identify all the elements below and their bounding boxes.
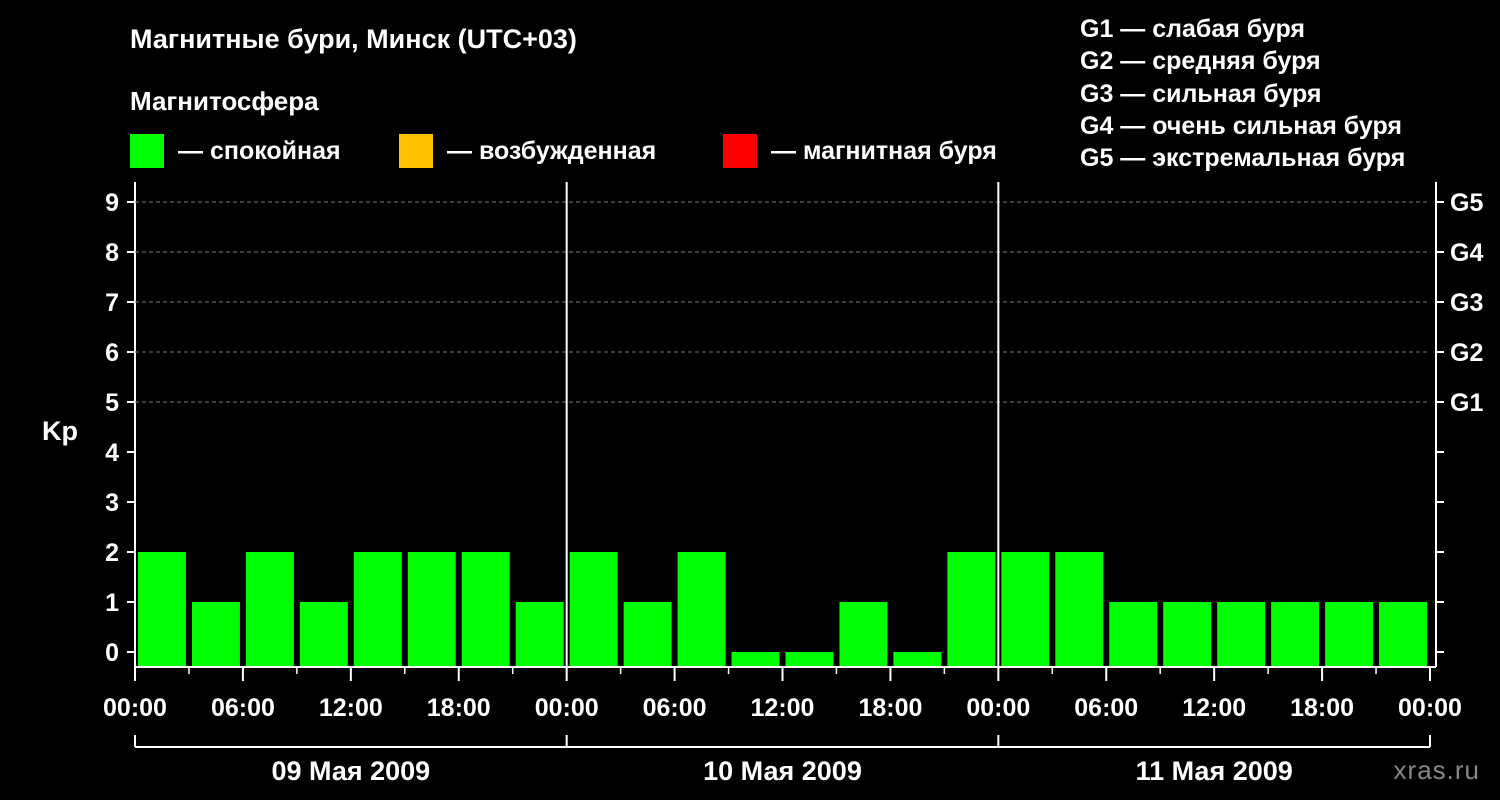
day-label: 10 Мая 2009 [703, 756, 862, 786]
kp-bar [299, 602, 348, 666]
x-tick-label: 06:00 [643, 694, 707, 722]
kp-bar [1271, 602, 1320, 666]
kp-bar-chart: 0 1 2 3 4 5 6 7 8 9 G1 G2 G3 G4 G5 Kp 00:00 06:00 12:00 18:… [42, 182, 1483, 786]
x-tick-label: 18:00 [858, 694, 922, 722]
y-tick-label: 3 [105, 489, 119, 517]
kp-bar [677, 552, 726, 666]
kp-bar [569, 552, 618, 666]
kp-bar [245, 552, 294, 666]
y-tick-label: 2 [105, 539, 119, 567]
y-tick-label: 6 [105, 339, 119, 367]
kp-bar [191, 602, 240, 666]
kp-bar [1325, 602, 1374, 666]
kp-bar [623, 602, 672, 666]
kp-bar [1055, 552, 1104, 666]
x-tick-label: 00:00 [535, 694, 599, 722]
y-tick-label: 7 [105, 289, 119, 317]
y-tick-label: 9 [105, 189, 119, 217]
x-tick-label: 12:00 [751, 694, 815, 722]
day-label: 09 Мая 2009 [271, 756, 430, 786]
x-tick-label: 18:00 [427, 694, 491, 722]
kp-bar [407, 552, 456, 666]
y-tick-label: 0 [105, 639, 119, 667]
kp-bar [138, 552, 186, 666]
g-tick-label: G2 [1450, 339, 1483, 367]
kp-bar [1379, 602, 1427, 666]
x-tick-label: 06:00 [211, 694, 275, 722]
kp-bar [947, 552, 996, 666]
kp-bar [515, 602, 564, 666]
kp-bar [731, 652, 780, 666]
y-tick-label: 5 [105, 389, 119, 417]
x-tick-label: 00:00 [103, 694, 167, 722]
g-tick-label: G5 [1450, 189, 1483, 217]
kp-bar [1109, 602, 1158, 666]
y-tick-label: 1 [105, 589, 119, 617]
kp-bar [353, 552, 402, 666]
kp-bar [839, 602, 888, 666]
y-tick-label: 8 [105, 239, 119, 267]
kp-bar [461, 552, 510, 666]
x-tick-label: 00:00 [1398, 694, 1462, 722]
kp-bar [1001, 552, 1050, 666]
g-tick-label: G3 [1450, 289, 1483, 317]
x-tick-label: 18:00 [1290, 694, 1354, 722]
kp-bar [785, 652, 834, 666]
kp-bar [1163, 602, 1212, 666]
x-tick-label: 12:00 [319, 694, 383, 722]
g-tick-label: G4 [1450, 239, 1483, 267]
kp-bar [893, 652, 942, 666]
x-tick-label: 12:00 [1182, 694, 1246, 722]
y-axis-label: Kp [42, 416, 78, 446]
x-tick-label: 06:00 [1074, 694, 1138, 722]
x-tick-label: 00:00 [966, 694, 1030, 722]
y-tick-label: 4 [105, 439, 119, 467]
kp-bar [1217, 602, 1266, 666]
g-tick-label: G1 [1450, 389, 1483, 417]
day-label: 11 Мая 2009 [1136, 756, 1293, 786]
